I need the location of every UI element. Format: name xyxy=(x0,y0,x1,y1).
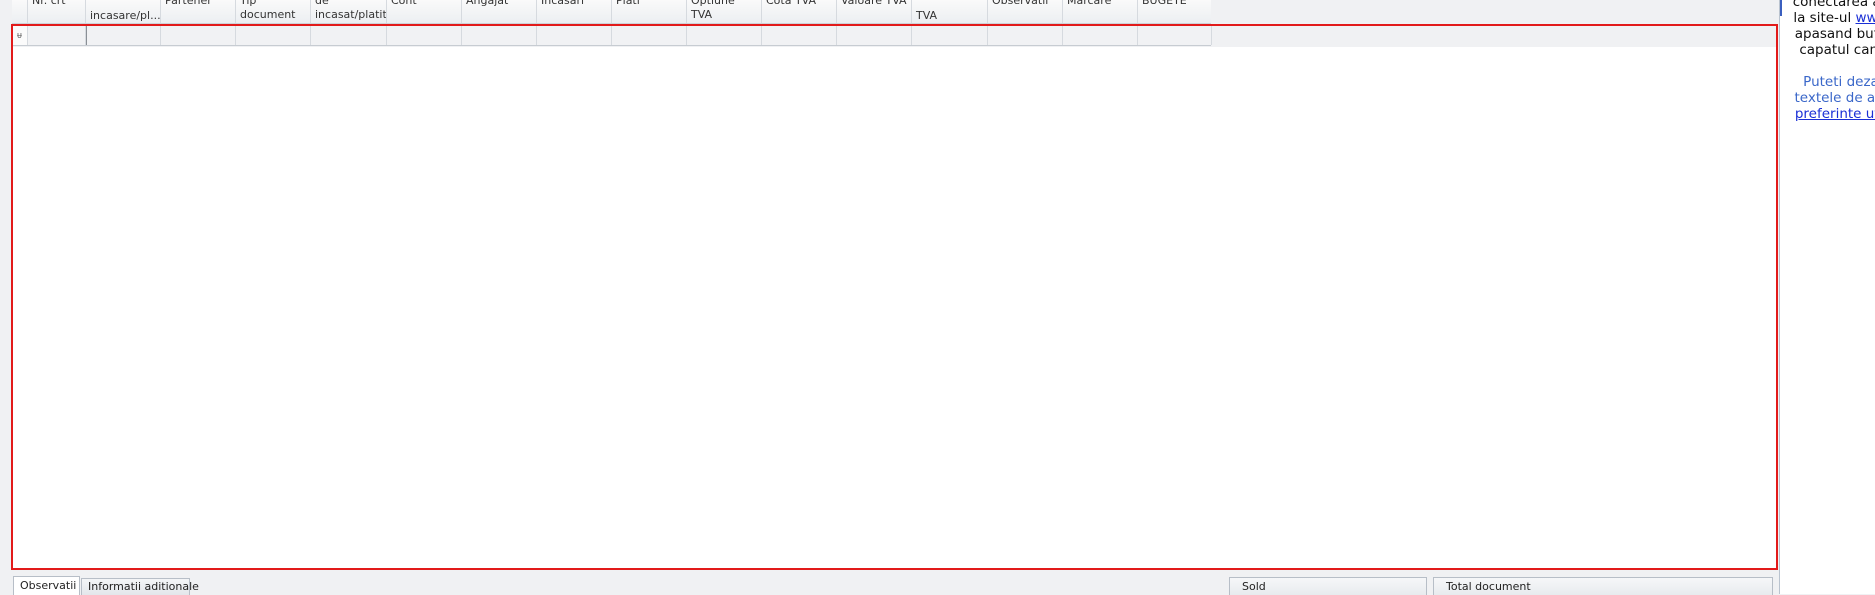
help-panel-accent xyxy=(1780,0,1782,16)
help-panel: conectarea au la site-ul www apasand but… xyxy=(1779,0,1875,594)
filter-cell-nr-crt[interactable] xyxy=(28,26,86,45)
column-header-label: de incasat/platit xyxy=(315,0,387,21)
column-header-indicator xyxy=(12,0,28,23)
column-header-optiune-tva[interactable]: Optiune TVA xyxy=(687,0,762,23)
column-header-label: Valoare TVA xyxy=(841,0,907,7)
column-header-valoare-tva[interactable]: Valoare TVA xyxy=(837,0,912,23)
help-line: textele de aju xyxy=(1794,90,1875,106)
filter-cell-incasare-plata[interactable] xyxy=(86,26,161,45)
sold-field: Sold xyxy=(1229,577,1427,595)
column-header-tva[interactable]: TVA xyxy=(912,0,988,23)
column-header-nr-crt[interactable]: Nr. crt xyxy=(28,0,86,23)
total-document-field: Total document xyxy=(1433,577,1773,595)
filter-cell-bugete[interactable] xyxy=(1138,26,1212,45)
column-header-observatii[interactable]: Observatii xyxy=(988,0,1063,23)
help-line: apasand buto xyxy=(1794,26,1875,42)
filter-cell-tva[interactable] xyxy=(912,26,988,45)
help-line: capatul cam xyxy=(1799,42,1875,58)
filter-cell-tip-document[interactable] xyxy=(236,26,311,45)
help-text: conectarea au la site-ul www apasand but… xyxy=(1786,0,1875,122)
column-header-label: Angajat xyxy=(466,0,509,7)
column-header-cota-tva[interactable]: Cota TVA xyxy=(762,0,837,23)
column-header-label: Cota TVA xyxy=(766,0,817,7)
filter-cell-partener[interactable] xyxy=(161,26,236,45)
filter-cell-cont[interactable] xyxy=(387,26,462,45)
filter-cell-optiune-tva[interactable] xyxy=(687,26,762,45)
filter-cell-incasari[interactable] xyxy=(537,26,612,45)
column-header-bugete[interactable]: BUGETE xyxy=(1138,0,1211,23)
column-header-incasari[interactable]: Incasari xyxy=(537,0,612,23)
column-header-marcare[interactable]: Marcare xyxy=(1063,0,1138,23)
filter-cell-de-incasat-platit[interactable] xyxy=(311,26,387,45)
help-line: preferinte util xyxy=(1786,106,1875,122)
help-spacer xyxy=(1786,58,1875,74)
column-header-label: Partener xyxy=(165,0,212,7)
window-left-edge xyxy=(0,0,11,594)
column-header-label: BUGETE xyxy=(1142,0,1187,7)
filter-cell-plati[interactable] xyxy=(612,26,687,45)
grid-column-header: Nr. crt incasare/pl... Partener Tip docu… xyxy=(12,0,1211,24)
column-header-cont[interactable]: Cont xyxy=(387,0,462,23)
tab-informatii-aditionale[interactable]: Informatii aditionale xyxy=(81,578,199,595)
column-header-tip-document[interactable]: Tip document xyxy=(236,0,311,23)
filter-cell-observatii[interactable] xyxy=(988,26,1063,45)
column-header-incasare-plata[interactable]: incasare/pl... xyxy=(86,0,161,23)
preferences-link[interactable]: preferinte util xyxy=(1795,106,1875,122)
column-header-label: Nr. crt xyxy=(32,0,66,7)
column-header-partener[interactable]: Partener xyxy=(161,0,236,23)
column-header-label: Incasari xyxy=(541,0,585,7)
help-line: Puteti deza xyxy=(1803,74,1875,90)
filter-cell-angajat[interactable] xyxy=(462,26,537,45)
grid-auto-filter-row: ᵾ xyxy=(12,26,1212,46)
column-header-label: incasare/pl... xyxy=(90,9,161,22)
column-header-de-incasat-platit[interactable]: de incasat/platit xyxy=(311,0,387,23)
filter-cell-valoare-tva[interactable] xyxy=(837,26,912,45)
column-header-label: Cont xyxy=(391,0,417,7)
tab-observatii[interactable]: Observatii xyxy=(13,576,80,595)
column-header-angajat[interactable]: Angajat xyxy=(462,0,537,23)
filter-cell-cota-tva[interactable] xyxy=(762,26,837,45)
column-header-label: Observatii xyxy=(992,0,1049,7)
column-header-label: Optiune TVA xyxy=(691,0,735,21)
help-line: la site-ul www xyxy=(1786,10,1875,26)
grid-data-area[interactable] xyxy=(13,47,1776,568)
column-header-plati[interactable]: Plati xyxy=(612,0,687,23)
column-header-label: TVA xyxy=(916,9,938,22)
column-header-label: Marcare xyxy=(1067,0,1112,7)
column-header-label: Plati xyxy=(616,0,640,7)
website-link[interactable]: www xyxy=(1856,10,1875,26)
filter-row-indicator-icon: ᵾ xyxy=(12,26,28,45)
filter-cell-marcare[interactable] xyxy=(1063,26,1138,45)
help-line: conectarea au xyxy=(1792,0,1875,10)
column-header-label: Tip document xyxy=(240,0,296,21)
